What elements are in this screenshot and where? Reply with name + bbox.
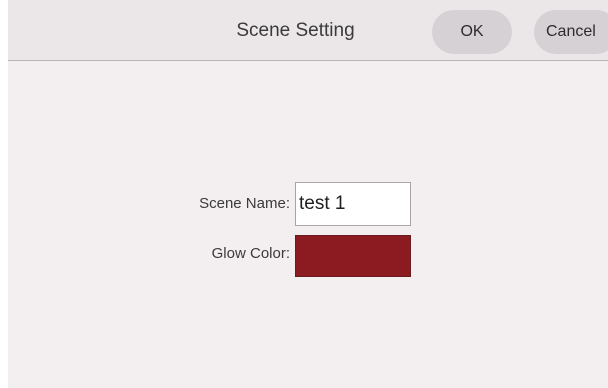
scene-name-label: Scene Name: (199, 195, 290, 212)
glow-color-label: Glow Color: (211, 245, 290, 262)
scene-name-input[interactable]: test 1 (295, 182, 411, 226)
scene-setting-dialog: Scene Setting OK Cancel Scene Name: test… (8, 0, 608, 388)
ok-button[interactable]: OK (432, 10, 512, 54)
cancel-button[interactable]: Cancel (534, 10, 608, 54)
title-bar: Scene Setting OK Cancel (8, 0, 608, 61)
page-title: Scene Setting (236, 20, 355, 41)
glow-color-swatch[interactable] (295, 235, 411, 277)
